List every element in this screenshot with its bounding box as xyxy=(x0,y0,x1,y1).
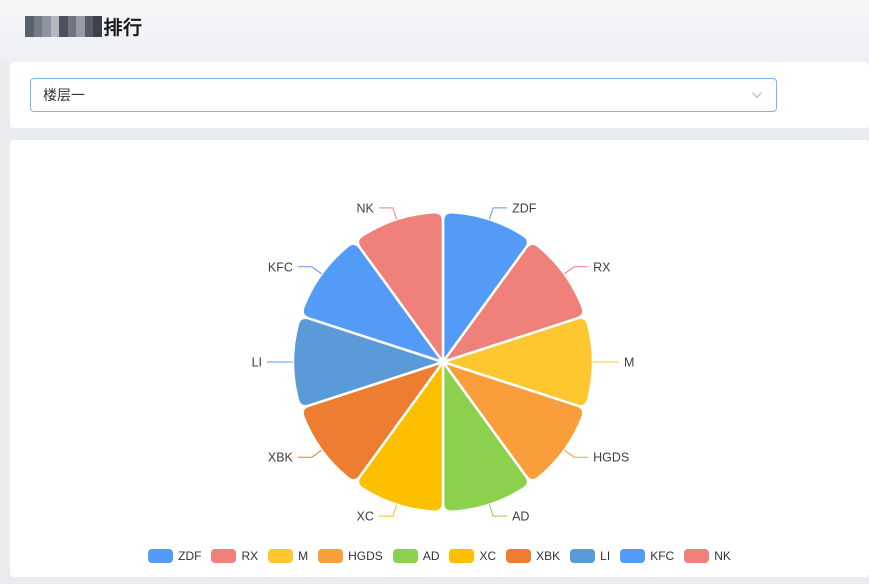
legend-marker-icon xyxy=(570,549,595,563)
legend-item-HGDS[interactable]: HGDS xyxy=(318,549,383,563)
legend-marker-icon xyxy=(684,549,709,563)
pie-chart: ZDF RX M HGDS AD XC XBK LI KFC NK xyxy=(10,140,869,535)
legend-item-LI[interactable]: LI xyxy=(570,549,610,563)
legend-item-XBK[interactable]: XBK xyxy=(506,549,560,563)
pie-label: XC xyxy=(357,510,374,524)
legend-marker-icon xyxy=(268,549,293,563)
legend-label: LI xyxy=(600,549,610,563)
legend-item-XC[interactable]: XC xyxy=(449,549,496,563)
pie-label-line xyxy=(379,505,397,516)
pie-label: NK xyxy=(357,201,375,215)
pie-label: XBK xyxy=(268,451,294,465)
page-title-text: 排行 xyxy=(104,13,143,40)
legend-label: XC xyxy=(479,549,496,563)
pie-label: AD xyxy=(512,510,529,524)
pie-label-line xyxy=(489,505,507,516)
legend-label: KFC xyxy=(650,549,674,563)
page-title: 排行 xyxy=(25,13,869,40)
floor-select[interactable]: 楼层一 xyxy=(30,78,777,112)
chevron-down-icon xyxy=(750,88,764,102)
legend-label: XBK xyxy=(536,549,560,563)
legend-label: RX xyxy=(241,549,258,563)
floor-select-value: 楼层一 xyxy=(43,85,85,105)
legend-label: ZDF xyxy=(178,549,201,563)
pie-label-line xyxy=(564,267,588,274)
legend-item-AD[interactable]: AD xyxy=(393,549,440,563)
chart-legend: ZDF RX M HGDS AD XC XBK LI KFC NK xyxy=(10,549,869,563)
pie-label-line xyxy=(564,450,588,457)
legend-marker-icon xyxy=(211,549,236,563)
legend-marker-icon xyxy=(318,549,343,563)
chart-card: ZDF RX M HGDS AD XC XBK LI KFC NK ZDF RX M HGDS AD XC X… xyxy=(10,140,869,577)
legend-marker-icon xyxy=(148,549,173,563)
pie-label: ZDF xyxy=(512,201,537,215)
page-header: 排行 xyxy=(0,0,869,62)
pie-label: KFC xyxy=(268,260,293,274)
pie-label: LI xyxy=(252,356,262,370)
pie-label: M xyxy=(624,356,634,370)
redacted-title-blocks xyxy=(25,16,102,37)
legend-label: NK xyxy=(714,549,731,563)
legend-item-NK[interactable]: NK xyxy=(684,549,731,563)
pie-label-line xyxy=(298,267,322,274)
legend-label: HGDS xyxy=(348,549,383,563)
pie-label: HGDS xyxy=(593,451,629,465)
legend-marker-icon xyxy=(393,549,418,563)
legend-label: AD xyxy=(423,549,440,563)
legend-item-KFC[interactable]: KFC xyxy=(620,549,674,563)
pie-label: RX xyxy=(593,260,611,274)
filter-card: 楼层一 xyxy=(10,62,869,128)
legend-item-RX[interactable]: RX xyxy=(211,549,258,563)
legend-item-M[interactable]: M xyxy=(268,549,308,563)
pie-label-line xyxy=(298,450,322,457)
legend-marker-icon xyxy=(449,549,474,563)
pie-label-line xyxy=(489,208,507,219)
legend-marker-icon xyxy=(620,549,645,563)
legend-marker-icon xyxy=(506,549,531,563)
pie-label-line xyxy=(379,208,397,219)
legend-item-ZDF[interactable]: ZDF xyxy=(148,549,201,563)
legend-label: M xyxy=(298,549,308,563)
